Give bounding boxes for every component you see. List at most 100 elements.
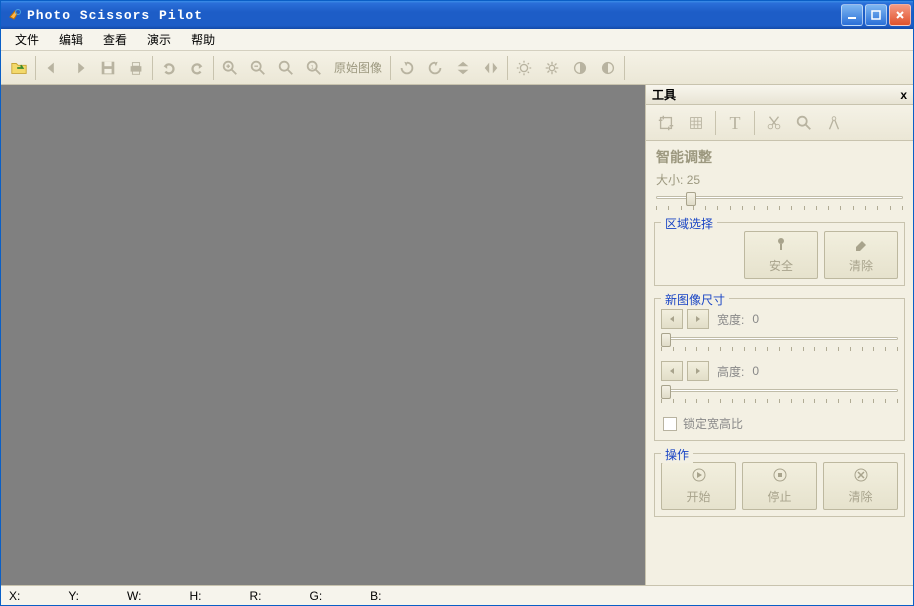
toolbar: 1 原始图像 bbox=[1, 51, 913, 85]
tools-sep bbox=[754, 111, 755, 135]
lock-aspect-checkbox[interactable] bbox=[663, 417, 677, 431]
contrast2-button[interactable] bbox=[594, 54, 622, 82]
zoom-in-button[interactable] bbox=[216, 54, 244, 82]
rotate-cw-button[interactable] bbox=[393, 54, 421, 82]
menu-edit[interactable]: 编辑 bbox=[51, 29, 91, 50]
height-dec-button[interactable] bbox=[661, 361, 683, 381]
status-r: R: bbox=[249, 589, 261, 603]
width-inc-button[interactable] bbox=[687, 309, 709, 329]
lock-aspect-row[interactable]: 锁定宽高比 bbox=[661, 409, 898, 434]
print-button[interactable] bbox=[122, 54, 150, 82]
crop-tool-icon[interactable] bbox=[652, 109, 680, 137]
size-label: 大小: bbox=[656, 173, 683, 187]
content-area: 工具 x T 智能调整 大小: 25 bbox=[1, 85, 913, 585]
flip-v-button[interactable] bbox=[449, 54, 477, 82]
scissors-tool-icon[interactable] bbox=[760, 109, 788, 137]
back-button[interactable] bbox=[38, 54, 66, 82]
region-select-legend: 区域选择 bbox=[661, 215, 717, 232]
x-icon bbox=[853, 467, 869, 486]
height-value: 0 bbox=[752, 364, 759, 378]
contrast-button[interactable] bbox=[566, 54, 594, 82]
clear-label: 清除 bbox=[849, 257, 873, 274]
new-size-legend: 新图像尺寸 bbox=[661, 291, 729, 308]
start-label: 开始 bbox=[686, 488, 710, 505]
height-inc-button[interactable] bbox=[687, 361, 709, 381]
toolbar-sep bbox=[152, 56, 153, 80]
width-dec-button[interactable] bbox=[661, 309, 683, 329]
clear-region-button[interactable]: 清除 bbox=[824, 231, 898, 279]
stop-label: 停止 bbox=[767, 488, 791, 505]
tools-panel-header: 工具 x bbox=[646, 85, 913, 105]
size-slider[interactable] bbox=[656, 192, 903, 210]
status-y: Y: bbox=[68, 589, 79, 603]
status-x: X: bbox=[9, 589, 20, 603]
tools-panel-title: 工具 bbox=[652, 86, 676, 103]
open-button[interactable] bbox=[5, 54, 33, 82]
svg-text:1: 1 bbox=[311, 64, 314, 70]
flip-h-button[interactable] bbox=[477, 54, 505, 82]
region-select-group: 区域选择 安全 清除 bbox=[654, 222, 905, 286]
grid-tool-icon[interactable] bbox=[682, 109, 710, 137]
brightness-button[interactable] bbox=[510, 54, 538, 82]
toolbar-sep bbox=[213, 56, 214, 80]
toolbar-sep bbox=[624, 56, 625, 80]
status-w: W: bbox=[127, 589, 141, 603]
canvas[interactable] bbox=[1, 85, 645, 585]
toolbar-sep bbox=[35, 56, 36, 80]
status-h: H: bbox=[189, 589, 201, 603]
close-button[interactable] bbox=[889, 4, 911, 26]
clear-action-button[interactable]: 清除 bbox=[823, 462, 898, 510]
menu-file[interactable]: 文件 bbox=[7, 29, 47, 50]
height-label: 高度: bbox=[717, 363, 744, 380]
status-b: B: bbox=[370, 589, 381, 603]
tools-panel: 工具 x T 智能调整 大小: 25 bbox=[645, 85, 913, 585]
width-slider[interactable] bbox=[661, 333, 898, 351]
play-icon bbox=[691, 467, 707, 486]
menu-demo[interactable]: 演示 bbox=[139, 29, 179, 50]
width-value: 0 bbox=[752, 312, 759, 326]
rotate-ccw-button[interactable] bbox=[421, 54, 449, 82]
window-buttons bbox=[841, 4, 911, 26]
forward-button[interactable] bbox=[66, 54, 94, 82]
app-icon bbox=[7, 7, 23, 23]
maximize-button[interactable] bbox=[865, 4, 887, 26]
toolbar-sep bbox=[507, 56, 508, 80]
new-size-group: 新图像尺寸 宽度: 0 高度: 0 bbox=[654, 298, 905, 441]
safe-button[interactable]: 安全 bbox=[744, 231, 818, 279]
zoom-out-button[interactable] bbox=[244, 54, 272, 82]
start-button[interactable]: 开始 bbox=[661, 462, 736, 510]
tools-panel-close[interactable]: x bbox=[900, 88, 907, 102]
app-window: Photo Scissors Pilot 文件 编辑 查看 演示 帮助 1 原始… bbox=[0, 0, 914, 606]
stop-button[interactable]: 停止 bbox=[742, 462, 817, 510]
menu-help[interactable]: 帮助 bbox=[183, 29, 223, 50]
gear-button[interactable] bbox=[538, 54, 566, 82]
size-value: 25 bbox=[687, 173, 700, 187]
actions-group: 操作 开始 停止 清除 bbox=[654, 453, 905, 517]
actions-legend: 操作 bbox=[661, 446, 693, 463]
stop-icon bbox=[772, 467, 788, 486]
pin-icon bbox=[773, 236, 789, 255]
eraser-icon bbox=[853, 236, 869, 255]
original-image-label[interactable]: 原始图像 bbox=[328, 59, 388, 76]
tools-sep bbox=[715, 111, 716, 135]
zoom-fit-button[interactable]: 1 bbox=[300, 54, 328, 82]
magnify-tool-icon[interactable] bbox=[790, 109, 818, 137]
tools-toolbar: T bbox=[646, 105, 913, 141]
clear-action-label: 清除 bbox=[848, 488, 872, 505]
status-g: G: bbox=[309, 589, 322, 603]
size-param: 大小: 25 bbox=[646, 169, 913, 190]
svg-text:T: T bbox=[730, 113, 741, 133]
redo-button[interactable] bbox=[183, 54, 211, 82]
text-tool-icon[interactable]: T bbox=[721, 109, 749, 137]
height-slider[interactable] bbox=[661, 385, 898, 403]
menu-view[interactable]: 查看 bbox=[95, 29, 135, 50]
compass-tool-icon[interactable] bbox=[820, 109, 848, 137]
toolbar-sep bbox=[390, 56, 391, 80]
undo-button[interactable] bbox=[155, 54, 183, 82]
statusbar: X: Y: W: H: R: G: B: bbox=[1, 585, 913, 605]
titlebar[interactable]: Photo Scissors Pilot bbox=[1, 1, 913, 29]
zoom-button[interactable] bbox=[272, 54, 300, 82]
save-button[interactable] bbox=[94, 54, 122, 82]
minimize-button[interactable] bbox=[841, 4, 863, 26]
lock-aspect-label: 锁定宽高比 bbox=[683, 415, 743, 432]
